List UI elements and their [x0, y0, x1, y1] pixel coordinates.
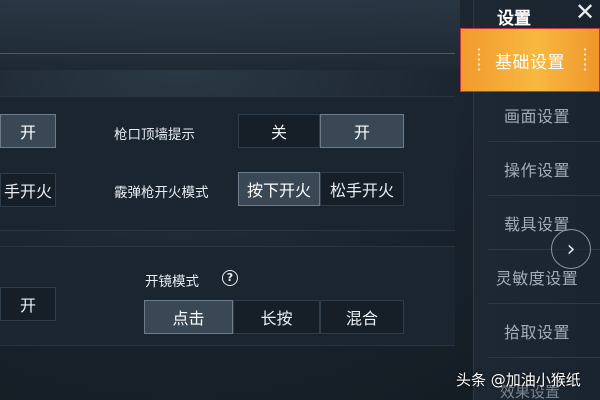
sidebar-item-basic[interactable]: 基础设置 [460, 28, 600, 92]
header-backdrop [0, 0, 460, 70]
wall-hint-label: 枪口顶墙提示 [114, 127, 195, 143]
shotgun-fire-mode-label: 霰弹枪开火模式 [114, 185, 209, 201]
press-fire-button[interactable]: 按下开火 [238, 172, 320, 206]
partial-release-fire-button[interactable]: 手开火 [0, 173, 56, 207]
scope-mixed-button[interactable]: 混合 [320, 300, 404, 334]
grip-icon [477, 47, 481, 73]
wall-hint-off-button[interactable]: 关 [238, 114, 320, 148]
sidebar-title: 设置 [497, 9, 531, 29]
watermark: 头条 @加油小猴纸 [456, 369, 581, 390]
scope-mode-label: 开镜模式 [145, 274, 199, 290]
sidebar-item-label: 画面设置 [503, 107, 570, 126]
sidebar-item-label: 操作设置 [503, 161, 570, 180]
scope-hold-button[interactable]: 长按 [233, 300, 320, 334]
grip-icon [583, 47, 587, 73]
header-divider [0, 53, 455, 54]
sidebar-item-label: 灵敏度设置 [495, 269, 579, 288]
sidebar-item-controls[interactable]: 操作设置 [474, 148, 600, 196]
watermark-text: 头条 @加油小猴纸 [456, 371, 581, 389]
sidebar-item-graphics[interactable]: 画面设置 [474, 94, 600, 142]
chevron-right-icon[interactable]: › [551, 229, 591, 269]
wall-hint-on-button[interactable]: 开 [320, 114, 404, 148]
partial-toggle-on-button-2[interactable]: 开 [0, 287, 56, 321]
release-fire-button[interactable]: 松手开火 [320, 172, 404, 206]
sidebar-item-label: 基础设置 [495, 52, 565, 73]
partial-toggle-on-button[interactable]: 开 [0, 114, 56, 148]
close-icon[interactable]: ✕ [575, 0, 595, 26]
help-icon[interactable]: ? [222, 270, 238, 286]
scope-tap-button[interactable]: 点击 [144, 300, 233, 334]
sidebar-item-label: 拾取设置 [503, 323, 570, 342]
sidebar-item-pickup[interactable]: 拾取设置 [474, 310, 600, 358]
